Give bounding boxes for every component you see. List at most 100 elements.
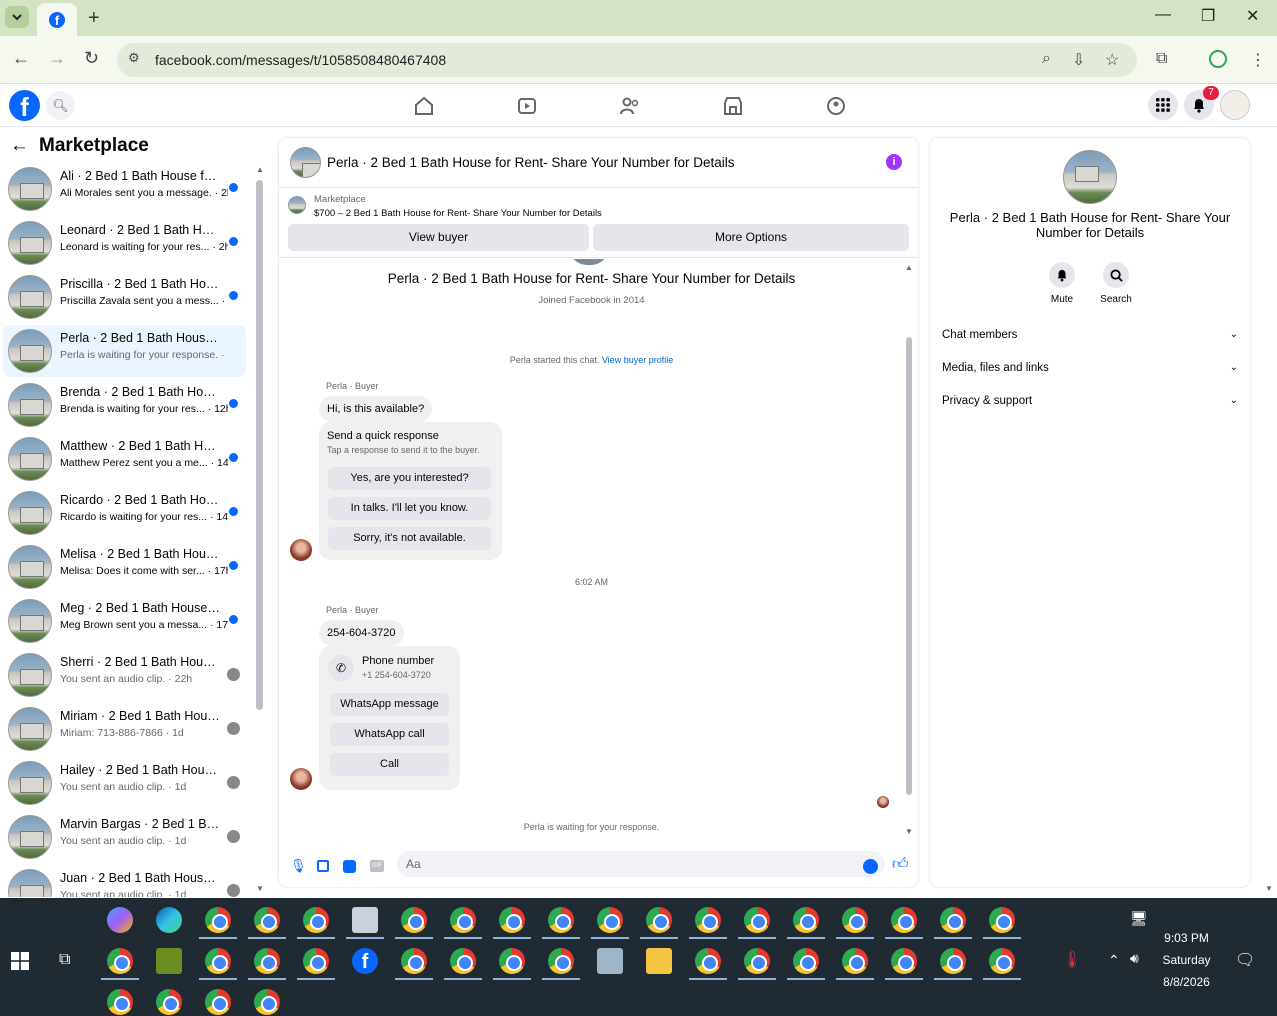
facebook-logo-icon[interactable]: f <box>9 90 40 122</box>
chrome-taskbar-icon[interactable] <box>744 907 770 933</box>
chrome-taskbar-icon[interactable] <box>205 907 231 933</box>
conversation-item[interactable]: Sherri · 2 Bed 1 Bath House f... You sent… <box>3 649 246 701</box>
reload-icon[interactable]: ↻ <box>84 48 99 69</box>
chrome-taskbar-icon[interactable] <box>695 907 721 933</box>
copilot-taskbar-icon[interactable] <box>107 907 133 933</box>
buyer-avatar[interactable] <box>290 768 312 790</box>
home-icon[interactable] <box>413 96 435 116</box>
site-settings-icon[interactable]: ⚙ <box>128 50 140 66</box>
conversation-item[interactable]: Brenda · 2 Bed 1 Bath House f... Brenda i… <box>3 379 246 431</box>
listing-text[interactable]: $700 – 2 Bed 1 Bath House for Rent- Shar… <box>314 208 602 219</box>
back-arrow-icon[interactable]: ← <box>10 135 29 156</box>
chrome-taskbar-icon[interactable] <box>205 948 231 974</box>
conversation-item[interactable]: Priscilla · 2 Bed 1 Bath House f... Prisc… <box>3 271 246 323</box>
notepad-taskbar-icon[interactable] <box>156 948 182 974</box>
chrome-taskbar-icon[interactable] <box>548 948 574 974</box>
quick-response-yes-button[interactable]: Yes, are you interested? <box>328 467 491 490</box>
app-taskbar-icon[interactable] <box>352 907 378 933</box>
close-window-button[interactable]: ✕ <box>1246 6 1259 26</box>
chrome-taskbar-icon[interactable] <box>450 907 476 933</box>
chrome-taskbar-icon[interactable] <box>303 907 329 933</box>
profile-icon[interactable] <box>1209 50 1227 68</box>
chrome-taskbar-icon[interactable] <box>499 907 525 933</box>
chrome-taskbar-icon[interactable] <box>401 907 427 933</box>
forward-icon[interactable]: → <box>48 48 66 69</box>
gif-icon[interactable]: GIF <box>370 860 384 872</box>
chrome-taskbar-icon[interactable] <box>156 989 182 1015</box>
left-scrollbar[interactable] <box>256 180 263 710</box>
chevron-up-icon[interactable]: ⌃ <box>1108 952 1120 969</box>
chrome-taskbar-icon[interactable] <box>842 948 868 974</box>
edge-taskbar-icon[interactable] <box>156 907 182 933</box>
chrome-taskbar-icon[interactable] <box>303 948 329 974</box>
chat-scrollbar[interactable] <box>906 337 912 795</box>
chrome-taskbar-icon[interactable] <box>450 948 476 974</box>
address-bar[interactable]: ⚙ facebook.com/messages/t/10585084804674… <box>117 43 1137 77</box>
chrome-taskbar-icon[interactable] <box>107 948 133 974</box>
chrome-taskbar-icon[interactable] <box>646 907 672 933</box>
chrome-taskbar-icon[interactable] <box>793 948 819 974</box>
back-icon[interactable]: ← <box>12 48 30 69</box>
view-buyer-profile-link[interactable]: View buyer profile <box>602 355 673 365</box>
details-avatar[interactable] <box>1063 150 1117 204</box>
conversation-item[interactable]: Hailey · 2 Bed 1 Bath House f... You sent… <box>3 757 246 809</box>
quick-response-sorry-button[interactable]: Sorry, it's not available. <box>328 527 491 550</box>
network-icon[interactable]: 🖥︎ <box>1130 910 1148 927</box>
chat-avatar[interactable] <box>290 147 321 178</box>
chrome-taskbar-icon[interactable] <box>891 948 917 974</box>
scroll-up-icon[interactable]: ▲ <box>256 165 264 174</box>
chrome-taskbar-icon[interactable] <box>940 948 966 974</box>
message-input[interactable]: Aa <box>397 851 885 877</box>
extensions-icon[interactable]: ⧉ <box>1156 50 1167 68</box>
chrome-taskbar-icon[interactable] <box>695 948 721 974</box>
conversation-item[interactable]: Leonard · 2 Bed 1 Bath House ... Leonard … <box>3 217 246 269</box>
mute-button[interactable]: Mute <box>1032 262 1092 305</box>
minimize-button[interactable]: — <box>1155 6 1171 24</box>
friends-icon[interactable] <box>619 96 641 116</box>
start-windows-icon[interactable] <box>11 952 29 970</box>
marketplace-icon[interactable] <box>722 96 744 116</box>
scroll-down-icon[interactable]: ▼ <box>905 827 913 836</box>
restore-button[interactable]: ❐ <box>1201 6 1215 26</box>
quick-response-talks-button[interactable]: In talks. I'll let you know. <box>328 497 491 520</box>
chrome-taskbar-icon[interactable] <box>548 907 574 933</box>
chrome-taskbar-icon[interactable] <box>989 948 1015 974</box>
tab-search-button[interactable] <box>5 6 29 28</box>
video-icon[interactable] <box>516 96 538 116</box>
page-scroll-down-icon[interactable]: ▼ <box>1265 884 1273 893</box>
message-bubble[interactable]: Hi, is this available? <box>319 396 433 422</box>
conversation-item[interactable]: Perla · 2 Bed 1 Bath House for R... Perla… <box>3 325 246 377</box>
whatsapp-message-button[interactable]: WhatsApp message <box>330 693 449 716</box>
menu-grid-icon[interactable] <box>1148 90 1178 120</box>
conversation-item[interactable]: Miriam · 2 Bed 1 Bath House for... Miriam… <box>3 703 246 755</box>
notification-center-icon[interactable]: 🗨︎ <box>1235 950 1255 970</box>
groups-icon[interactable] <box>825 96 847 116</box>
message-bubble[interactable]: 254-604-3720 <box>319 620 404 646</box>
chat-title[interactable]: Perla · 2 Bed 1 Bath House for Rent- Sha… <box>327 155 734 170</box>
view-buyer-button[interactable]: View buyer <box>288 224 589 251</box>
chrome-taskbar-icon[interactable] <box>107 989 133 1015</box>
chrome-taskbar-icon[interactable] <box>597 907 623 933</box>
chrome-taskbar-icon[interactable] <box>891 907 917 933</box>
chrome-taskbar-icon[interactable] <box>940 907 966 933</box>
conversation-item[interactable]: Meg · 2 Bed 1 Bath House for ... Meg Brow… <box>3 595 246 647</box>
info-icon[interactable]: i <box>886 154 902 170</box>
buyer-avatar[interactable] <box>290 539 312 561</box>
microphone-icon[interactable]: 🎙︎ <box>290 858 307 874</box>
chrome-taskbar-icon[interactable] <box>254 989 280 1015</box>
clock-date[interactable]: 8/8/2026 <box>1150 975 1223 989</box>
thumbs-up-icon[interactable]: 👍︎ <box>892 855 909 874</box>
folder-taskbar-icon[interactable] <box>646 948 672 974</box>
privacy-support-section[interactable]: Privacy & support ⌄ <box>942 395 1238 407</box>
photo-icon[interactable] <box>317 860 329 872</box>
browser-tab-facebook[interactable]: f <box>37 3 77 36</box>
bookmark-star-icon[interactable]: ☆ <box>1105 50 1119 70</box>
emoji-icon[interactable] <box>863 859 878 874</box>
conversation-item[interactable]: Marvin Bargas · 2 Bed 1 Bath ... You sent… <box>3 811 246 863</box>
scroll-down-icon[interactable]: ▼ <box>256 884 264 893</box>
sticker-icon[interactable] <box>343 860 356 873</box>
chrome-taskbar-icon[interactable] <box>499 948 525 974</box>
more-options-button[interactable]: More Options <box>593 224 909 251</box>
conversation-item[interactable]: Matthew · 2 Bed 1 Bath House... Matthew P… <box>3 433 246 485</box>
chrome-taskbar-icon[interactable] <box>254 907 280 933</box>
